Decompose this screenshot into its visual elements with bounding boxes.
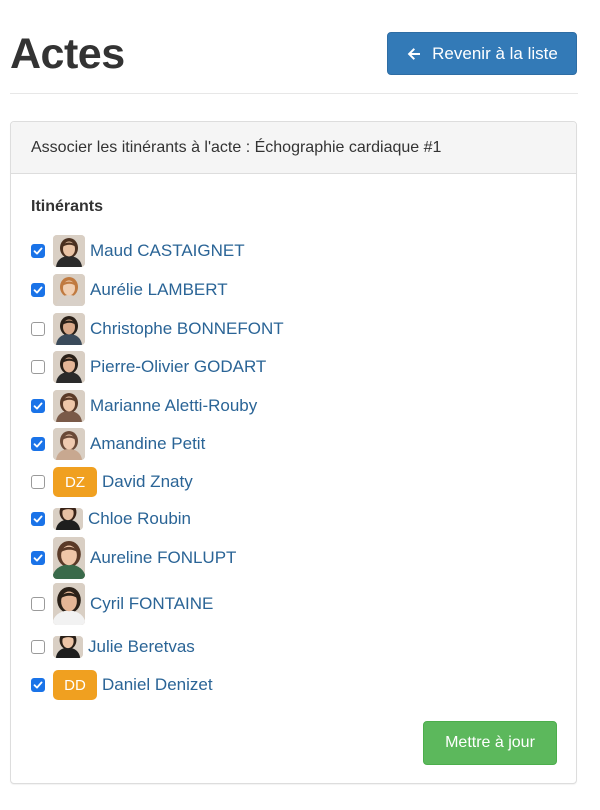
itinerant-checkbox[interactable]: [31, 437, 45, 451]
person-photo-icon: [53, 313, 85, 345]
itinerant-name-link[interactable]: Aurélie LAMBERT: [90, 280, 228, 300]
avatar: [53, 274, 85, 306]
update-button[interactable]: Mettre à jour: [423, 721, 557, 765]
arrow-left-icon: [406, 46, 422, 62]
itinerant-row: Marianne Aletti-Rouby: [31, 390, 257, 422]
check-icon: [33, 440, 43, 448]
avatar: [53, 235, 85, 267]
back-to-list-label: Revenir à la liste: [432, 43, 558, 63]
itinerant-name-link[interactable]: Christophe BONNEFONT: [90, 319, 284, 339]
panel-heading: Associer les itinérants à l'acte : Échog…: [11, 122, 576, 174]
itinerant-name-link[interactable]: Marianne Aletti-Rouby: [90, 396, 257, 416]
itinerant-checkbox[interactable]: [31, 244, 45, 258]
person-photo-icon: [53, 390, 85, 422]
itinerant-row: Maud CASTAIGNET: [31, 235, 245, 267]
itinerant-name-link[interactable]: David Znaty: [102, 472, 193, 492]
page-title: Actes: [10, 30, 125, 78]
person-photo-icon: [53, 636, 83, 658]
itinerant-checkbox[interactable]: [31, 512, 45, 526]
itinerant-name-link[interactable]: Pierre-Olivier GODART: [90, 357, 266, 377]
itinerant-checkbox[interactable]: [31, 360, 45, 374]
avatar-initials: DD: [53, 670, 97, 700]
person-photo-icon: [53, 274, 85, 306]
check-icon: [33, 554, 43, 562]
itinerant-row: Chloe Roubin: [31, 508, 191, 530]
avatar: [53, 428, 85, 460]
check-icon: [33, 286, 43, 294]
person-photo-icon: [53, 537, 85, 579]
check-icon: [33, 402, 43, 410]
avatar-initials: DZ: [53, 467, 97, 497]
itinerant-checkbox[interactable]: [31, 475, 45, 489]
header-divider: [10, 93, 578, 94]
itinerant-name-link[interactable]: Cyril FONTAINE: [90, 594, 213, 614]
itinerant-row: Julie Beretvas: [31, 636, 195, 658]
section-label-itinerants: Itinérants: [31, 198, 104, 215]
avatar: [53, 390, 85, 422]
itinerant-checkbox[interactable]: [31, 678, 45, 692]
itinerant-row: DZ David Znaty: [31, 467, 193, 497]
itinerant-name-link[interactable]: Daniel Denizet: [102, 675, 213, 695]
itinerant-checkbox[interactable]: [31, 640, 45, 654]
itinerant-name-link[interactable]: Maud CASTAIGNET: [90, 241, 245, 261]
itinerant-name-link[interactable]: Chloe Roubin: [88, 509, 191, 529]
person-photo-icon: [53, 235, 85, 267]
person-photo-icon: [53, 508, 83, 530]
avatar: [53, 537, 85, 579]
itinerant-checkbox[interactable]: [31, 551, 45, 565]
avatar: [53, 583, 85, 625]
avatar: [53, 636, 83, 658]
avatar: [53, 313, 85, 345]
back-to-list-button[interactable]: Revenir à la liste: [387, 32, 577, 75]
association-panel: Associer les itinérants à l'acte : Échog…: [10, 121, 577, 784]
itinerant-row: Cyril FONTAINE: [31, 583, 213, 625]
itinerant-checkbox[interactable]: [31, 322, 45, 336]
check-icon: [33, 681, 43, 689]
itinerant-row: Aurélie LAMBERT: [31, 274, 228, 306]
check-icon: [33, 515, 43, 523]
avatar: [53, 508, 83, 530]
itinerant-checkbox[interactable]: [31, 399, 45, 413]
person-photo-icon: [53, 583, 85, 625]
itinerant-checkbox[interactable]: [31, 283, 45, 297]
itinerant-row: Aureline FONLUPT: [31, 537, 236, 579]
itinerant-row: DD Daniel Denizet: [31, 670, 213, 700]
person-photo-icon: [53, 428, 85, 460]
itinerant-name-link[interactable]: Amandine Petit: [90, 434, 205, 454]
itinerant-row: Amandine Petit: [31, 428, 205, 460]
itinerant-row: Pierre-Olivier GODART: [31, 351, 266, 383]
itinerant-checkbox[interactable]: [31, 597, 45, 611]
itinerant-name-link[interactable]: Julie Beretvas: [88, 637, 195, 657]
person-photo-icon: [53, 351, 85, 383]
itinerant-row: Christophe BONNEFONT: [31, 313, 284, 345]
check-icon: [33, 247, 43, 255]
itinerant-name-link[interactable]: Aureline FONLUPT: [90, 548, 236, 568]
avatar: [53, 351, 85, 383]
